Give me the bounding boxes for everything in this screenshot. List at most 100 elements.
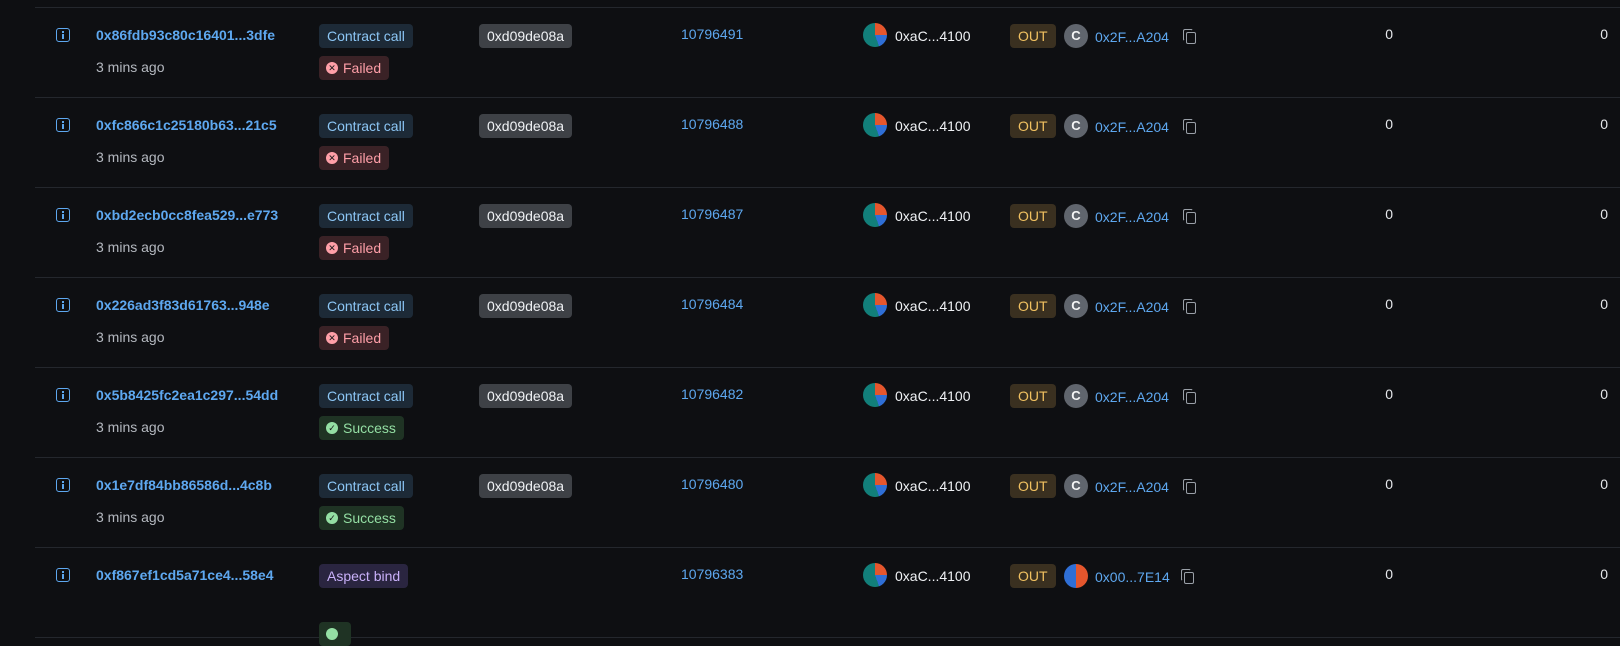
- block-number-link[interactable]: 10796488: [681, 116, 743, 132]
- table-row: 0x226ad3f83d61763...948e 3 mins ago Cont…: [35, 278, 1620, 368]
- tx-fee: 0: [1600, 566, 1608, 582]
- tx-type-badge: Contract call: [319, 114, 413, 138]
- from-address: 0xaC...4100: [895, 568, 971, 584]
- method-badge: 0xd09de08a: [479, 294, 573, 318]
- info-icon[interactable]: [56, 28, 70, 42]
- x-circle-icon: ✕: [326, 62, 338, 74]
- to-address-link[interactable]: 0x2F...A204: [1095, 389, 1169, 405]
- to-contract-icon: C: [1064, 114, 1088, 138]
- direction-badge: OUT: [1010, 114, 1056, 138]
- to-address-link[interactable]: 0x2F...A204: [1095, 209, 1169, 225]
- info-icon[interactable]: [56, 298, 70, 312]
- tx-value: 0: [1385, 116, 1393, 132]
- tx-age: 3 mins ago: [96, 239, 165, 255]
- tx-type-badge: Contract call: [319, 204, 413, 228]
- tx-value: 0: [1385, 26, 1393, 42]
- copy-icon[interactable]: [1183, 389, 1196, 404]
- tx-value: 0: [1385, 476, 1393, 492]
- check-circle-icon: ✓: [326, 422, 338, 434]
- from-address-avatar: [863, 473, 887, 497]
- info-icon[interactable]: [56, 208, 70, 222]
- copy-icon[interactable]: [1183, 299, 1196, 314]
- from-address: 0xaC...4100: [895, 208, 971, 224]
- block-number-link[interactable]: 10796482: [681, 386, 743, 402]
- block-number-link[interactable]: 10796484: [681, 296, 743, 312]
- from-address-avatar: [863, 113, 887, 137]
- tx-status-label: Failed: [343, 330, 382, 346]
- from-address-avatar: [863, 383, 887, 407]
- to-contract-icon: C: [1064, 384, 1088, 408]
- tx-status-label: Failed: [343, 150, 382, 166]
- table-row: 0xbd2ecb0cc8fea529...e773 3 mins ago Con…: [35, 188, 1620, 278]
- to-address-link[interactable]: 0x00...7E14: [1095, 569, 1170, 585]
- table-row: 0x1e7df84bb86586d...4c8b 3 mins ago Cont…: [35, 458, 1620, 548]
- tx-status-badge: ✓ Success: [319, 416, 404, 440]
- tx-value: 0: [1385, 566, 1393, 582]
- x-circle-icon: ✕: [326, 242, 338, 254]
- tx-type-badge: Aspect bind: [319, 564, 409, 588]
- from-address: 0xaC...4100: [895, 28, 971, 44]
- tx-fee: 0: [1600, 296, 1608, 312]
- block-number-link[interactable]: 10796491: [681, 26, 743, 42]
- tx-hash-link[interactable]: 0x86fdb93c80c16401...3dfe: [96, 27, 275, 43]
- from-address: 0xaC...4100: [895, 388, 971, 404]
- tx-value: 0: [1385, 386, 1393, 402]
- info-icon[interactable]: [56, 568, 70, 582]
- tx-status-label: Failed: [343, 60, 382, 76]
- check-circle-icon: ✓: [326, 512, 338, 524]
- direction-badge: OUT: [1010, 564, 1056, 588]
- status-icon: [326, 628, 338, 640]
- tx-hash-link[interactable]: 0xfc866c1c25180b63...21c5: [96, 117, 277, 133]
- tx-status-badge: ✕ Failed: [319, 56, 390, 80]
- block-number-link[interactable]: 10796487: [681, 206, 743, 222]
- method-badge: 0xd09de08a: [479, 474, 573, 498]
- tx-age: 3 mins ago: [96, 329, 165, 345]
- tx-age: 3 mins ago: [96, 149, 165, 165]
- tx-fee: 0: [1600, 206, 1608, 222]
- tx-hash-link[interactable]: 0x5b8425fc2ea1c297...54dd: [96, 387, 278, 403]
- tx-hash-link[interactable]: 0x226ad3f83d61763...948e: [96, 297, 270, 313]
- from-address-avatar: [863, 203, 887, 227]
- block-number-link[interactable]: 10796383: [681, 566, 743, 582]
- info-icon[interactable]: [56, 478, 70, 492]
- tx-fee: 0: [1600, 476, 1608, 492]
- tx-age: 3 mins ago: [96, 419, 165, 435]
- to-contract-icon: C: [1064, 474, 1088, 498]
- copy-icon[interactable]: [1183, 209, 1196, 224]
- to-address-link[interactable]: 0x2F...A204: [1095, 479, 1169, 495]
- method-badge: 0xd09de08a: [479, 114, 573, 138]
- from-address: 0xaC...4100: [895, 298, 971, 314]
- tx-hash-link[interactable]: 0xf867ef1cd5a71ce4...58e4: [96, 567, 273, 583]
- block-number-link[interactable]: 10796480: [681, 476, 743, 492]
- tx-status-label: Failed: [343, 240, 382, 256]
- method-badge: 0xd09de08a: [479, 384, 573, 408]
- from-address: 0xaC...4100: [895, 118, 971, 134]
- method-badge: 0xd09de08a: [479, 24, 573, 48]
- direction-badge: OUT: [1010, 24, 1056, 48]
- copy-icon[interactable]: [1181, 569, 1194, 584]
- tx-fee: 0: [1600, 386, 1608, 402]
- copy-icon[interactable]: [1183, 29, 1196, 44]
- to-address-link[interactable]: 0x2F...A204: [1095, 299, 1169, 315]
- method-badge: 0xd09de08a: [479, 204, 573, 228]
- direction-badge: OUT: [1010, 474, 1056, 498]
- copy-icon[interactable]: [1183, 119, 1196, 134]
- info-icon[interactable]: [56, 388, 70, 402]
- transactions-table: 0x86fdb93c80c16401...3dfe 3 mins ago Con…: [35, 0, 1620, 646]
- to-contract-icon: [1064, 564, 1088, 588]
- tx-status-label: Success: [343, 510, 396, 526]
- copy-icon[interactable]: [1183, 479, 1196, 494]
- from-address-avatar: [863, 293, 887, 317]
- to-address-link[interactable]: 0x2F...A204: [1095, 29, 1169, 45]
- direction-badge: OUT: [1010, 384, 1056, 408]
- tx-hash-link[interactable]: 0x1e7df84bb86586d...4c8b: [96, 477, 272, 493]
- to-address-link[interactable]: 0x2F...A204: [1095, 119, 1169, 135]
- to-contract-icon: C: [1064, 204, 1088, 228]
- direction-badge: OUT: [1010, 294, 1056, 318]
- tx-hash-link[interactable]: 0xbd2ecb0cc8fea529...e773: [96, 207, 278, 223]
- tx-status-badge: ✕ Failed: [319, 326, 390, 350]
- tx-value: 0: [1385, 296, 1393, 312]
- to-contract-icon: C: [1064, 294, 1088, 318]
- info-icon[interactable]: [56, 118, 70, 132]
- tx-status-badge: ✕ Failed: [319, 236, 390, 260]
